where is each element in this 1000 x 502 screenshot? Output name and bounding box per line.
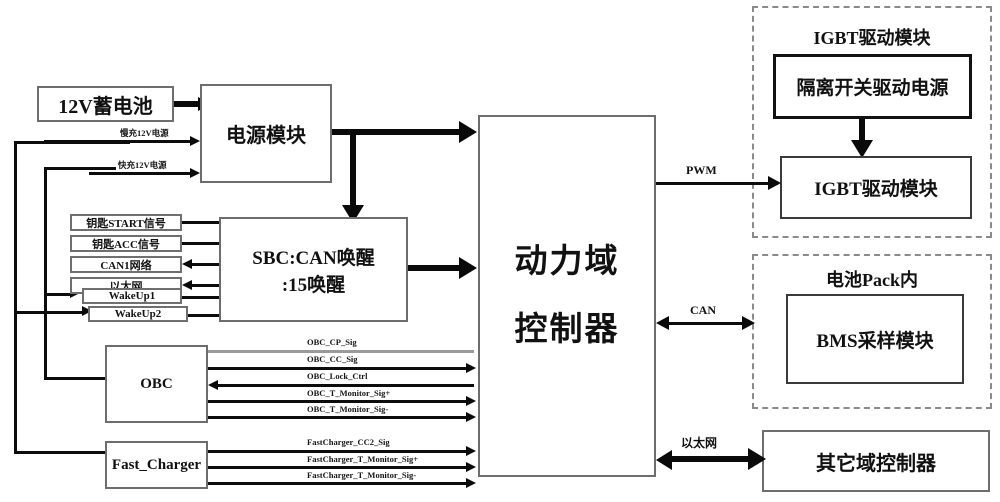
wakeup2-route-vertical [14,141,17,454]
wakeup2-route-branch [14,311,84,314]
sbc-box[interactable]: SBC:CAN唤醒 :15唤醒 [219,217,408,322]
other-domain-controller-box[interactable]: 其它域控制器 [762,430,990,492]
other-domain-controller-label: 其它域控制器 [816,452,936,475]
power-module-label: 电源模块 [226,125,306,147]
fast-charge-12v-arrow [190,168,200,178]
signal-input-key-start[interactable]: 钥匙START信号 [70,214,182,231]
ethernet-arrow-left [656,450,672,470]
pwm-label: PWM [686,163,717,177]
controller-label-line2: 控制器 [514,312,620,348]
ethernet-in-arrow [182,280,192,290]
wakeup1-line [182,296,220,299]
igbt-group-title: IGBT驱动模块 [813,28,931,48]
signal-input-wakeup2-label: WakeUp2 [114,308,162,320]
can1-arrow [182,259,192,269]
battery-12v-label: 12V蓄电池 [58,95,153,118]
power-module-branch-down [350,129,356,215]
obc-cc-sig-arrow [466,363,476,373]
wakeup1-route-vertical [44,167,47,379]
obc-lock-ctrl-label: OBC_Lock_Ctrl [305,371,370,381]
obc-cp-sig-label: OBC_CP_Sig [305,337,359,347]
can-arrow-left [656,316,669,330]
slow-charge-12v-arrow [190,136,200,146]
obc-cc-sig-label: OBC_CC_Sig [305,354,360,364]
fast-charge-12v-label: 快充12V电源 [116,159,169,171]
obc-cp-sig-line [208,350,474,353]
isolated-switch-supply-label: 隔离开关驱动电源 [796,78,949,99]
fastcharger-t-minus-label: FastCharger_T_Monitor_Sig- [305,470,419,480]
fastcharger-t-plus-label: FastCharger_T_Monitor_Sig+ [305,454,421,464]
fastcharger-t-plus-line [208,466,472,469]
can-line [662,322,748,325]
wakeup1-route-branch [44,293,72,296]
ethernet-in-line [188,284,220,287]
signal-input-wakeup2[interactable]: WakeUp2 [88,306,188,322]
signal-input-can1-label: CAN1网络 [100,259,152,272]
sbc-to-controller-arrow [459,257,477,279]
diagram-canvas: 12V蓄电池 慢充12V电源 快充12V电源 电源模块 钥匙START信号 钥匙… [0,0,1000,502]
pwm-line [656,182,778,185]
bms-sampling-box[interactable]: BMS采样模块 [786,294,964,384]
obc-t-monitor-plus-line [208,400,472,403]
fastcharger-t-minus-line [208,482,472,485]
fast-charger-box[interactable]: Fast_Charger [105,441,208,489]
power-module-box[interactable]: 电源模块 [200,84,332,183]
battery-pack-title: 电池Pack内 [826,270,918,290]
wakeup2-route-bottom [14,451,114,454]
sbc-label-line1: SBC:CAN唤醒 [252,247,375,269]
obc-cc-sig-line [208,367,472,370]
pwm-arrow [768,176,781,190]
fast-charger-label: Fast_Charger [111,456,202,473]
can-label: CAN [690,303,716,317]
obc-t-monitor-minus-arrow [466,412,476,422]
can1-line [188,263,220,266]
ethernet-bus-line [668,456,760,462]
obc-t-monitor-plus-arrow [466,396,476,406]
obc-t-monitor-minus-label: OBC_T_Monitor_Sig- [305,404,391,414]
fastcharger-cc2-line [208,450,472,453]
fastcharger-t-minus-arrow [466,478,476,488]
slow-charge-12v-label: 慢充12V电源 [118,127,171,139]
obc-t-monitor-plus-label: OBC_T_Monitor_Sig+ [305,388,393,398]
obc-lock-ctrl-arrow [208,380,218,390]
igbt-driver-box[interactable]: IGBT驱动模块 [780,156,972,219]
fastcharger-t-plus-arrow [466,462,476,472]
power-domain-controller-box[interactable]: 动力域 控制器 [478,115,656,477]
signal-input-key-acc[interactable]: 钥匙ACC信号 [70,235,182,252]
controller-label-line1: 动力域 [514,243,620,280]
ethernet-bus-label: 以太网 [681,436,718,450]
fastcharger-cc2-arrow [466,446,476,456]
fastcharger-cc2-label: FastCharger_CC2_Sig [305,437,392,447]
igbt-driver-label: IGBT驱动模块 [814,179,938,200]
signal-input-key-acc-label: 钥匙ACC信号 [92,238,160,251]
key-acc-line [182,242,220,245]
obc-label: OBC [140,375,173,392]
key-start-line [182,221,220,224]
obc-lock-ctrl-line [214,384,474,387]
signal-input-wakeup1-label: WakeUp1 [108,290,156,302]
obc-box[interactable]: OBC [105,345,208,423]
wakeup2-line [188,314,220,317]
battery-12v-box[interactable]: 12V蓄电池 [37,86,174,122]
sbc-label-line2: :15唤醒 [281,274,346,296]
signal-input-key-start-label: 钥匙START信号 [86,217,166,230]
power-module-to-controller-arrow [459,121,477,143]
can-arrow-right [742,316,755,330]
obc-t-monitor-minus-line [208,416,472,419]
signal-input-can1[interactable]: CAN1网络 [70,256,182,273]
fast-charge-12v-line [89,172,196,175]
isolated-switch-supply-box[interactable]: 隔离开关驱动电源 [773,54,972,119]
bms-sampling-label: BMS采样模块 [816,330,934,352]
slow-charge-12v-line [44,140,196,143]
signal-input-wakeup1[interactable]: WakeUp1 [82,288,182,304]
ethernet-arrow-right [748,448,766,470]
